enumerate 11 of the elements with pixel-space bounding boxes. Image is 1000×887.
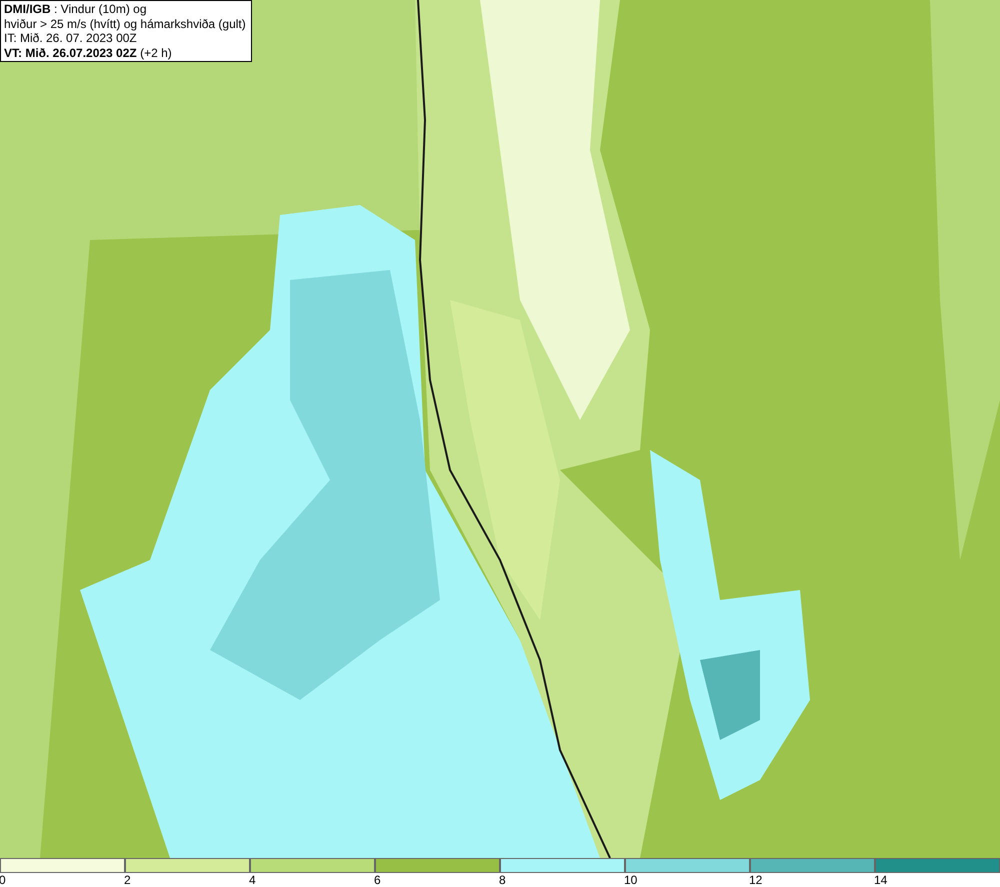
info-text: VT: Mið. 26.07.2023 02Z (+2 h): [4, 46, 173, 60]
legend-tick-label: 14: [874, 873, 888, 887]
legend-tick-label: 4: [249, 873, 256, 887]
legend-tick-label: 6: [374, 873, 381, 887]
info-text: hviður > 25 m/s (hvítt) og hámarkshviða (gult): [4, 16, 247, 31]
legend-tick-label: 2: [124, 873, 131, 887]
legend-tick-label: 12: [749, 873, 762, 887]
info-text: DMI/IGB : Vindur (10m) og: [4, 2, 148, 16]
info-text: IT: Mið. 26. 07. 2023 00Z: [4, 31, 138, 46]
legend-tick-label: 8: [499, 873, 506, 887]
legend-tick-label: 10: [624, 873, 638, 887]
